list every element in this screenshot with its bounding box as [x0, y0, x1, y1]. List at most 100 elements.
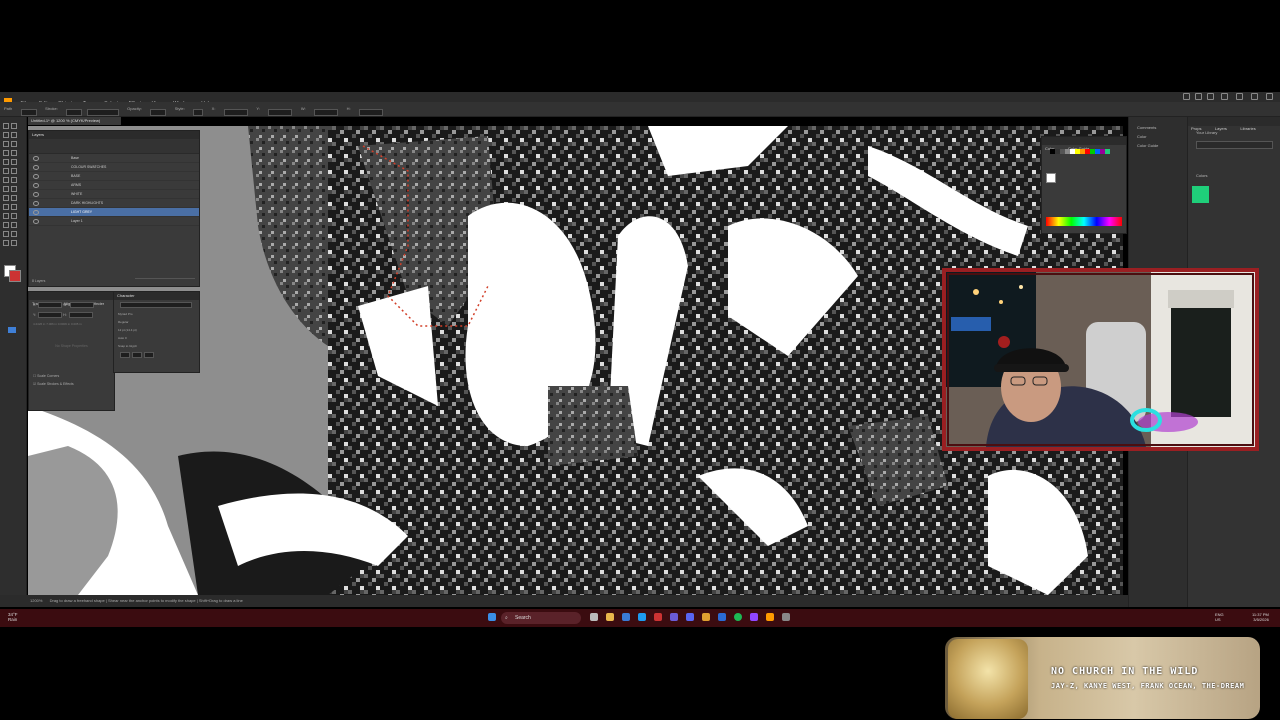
- eye-icon[interactable]: [33, 210, 39, 215]
- color-swatch[interactable]: [1105, 149, 1110, 154]
- glyph-snap-button[interactable]: [132, 352, 142, 358]
- layer-row[interactable]: WHITE: [29, 190, 199, 199]
- draw-mode-icon[interactable]: [8, 327, 16, 333]
- perspective-tool-icon[interactable]: [3, 194, 9, 201]
- line-tool-icon[interactable]: [11, 140, 17, 147]
- discord-icon[interactable]: [686, 613, 694, 621]
- paintbrush-tool-icon[interactable]: [11, 149, 17, 156]
- blend-tool-icon[interactable]: [3, 212, 9, 219]
- layer-row[interactable]: DARK HIGHLIGHTS: [29, 199, 199, 208]
- rectangle-tool-icon[interactable]: [3, 149, 9, 156]
- zoom-level[interactable]: 1200%: [30, 598, 42, 603]
- control-h-field[interactable]: [359, 109, 384, 117]
- language-indicator[interactable]: ENG US: [1215, 612, 1224, 622]
- document-tab[interactable]: Untitled-1* @ 1200 % (CMYK/Preview): [28, 117, 121, 125]
- layers-search-bar[interactable]: [29, 139, 199, 154]
- shape-builder-tool-icon[interactable]: [11, 185, 17, 192]
- weather-widget[interactable]: 34°F Rain: [8, 612, 18, 622]
- width-tool-icon[interactable]: [11, 176, 17, 183]
- layer-row[interactable]: ARMS: [29, 181, 199, 190]
- font-family-field[interactable]: [120, 302, 192, 308]
- library-search-input[interactable]: [1196, 141, 1273, 149]
- eye-icon[interactable]: [33, 219, 39, 224]
- w-field[interactable]: [69, 302, 94, 308]
- y-field[interactable]: [38, 312, 63, 318]
- scale-corners-checkbox[interactable]: ☐ Scale Corners: [29, 372, 114, 380]
- layer-row[interactable]: Base: [29, 154, 199, 163]
- eye-icon[interactable]: [33, 174, 39, 179]
- color-spectrum[interactable]: [1046, 217, 1122, 226]
- app-icon[interactable]: [782, 613, 790, 621]
- app-icon[interactable]: [670, 613, 678, 621]
- chrome-icon[interactable]: [702, 613, 710, 621]
- layers-footer-buttons[interactable]: [135, 278, 195, 283]
- fill-swatch[interactable]: [20, 109, 37, 117]
- gradient-tool-icon[interactable]: [3, 203, 9, 210]
- direct-selection-tool-icon[interactable]: [11, 122, 17, 129]
- glyph-snap-button[interactable]: [120, 352, 130, 358]
- zoom-tool-icon[interactable]: [3, 239, 9, 246]
- swap-colors-icon[interactable]: [11, 239, 17, 246]
- opacity-field[interactable]: [150, 109, 167, 117]
- layer-row[interactable]: Layer 1: [29, 217, 199, 226]
- scale-strokes-checkbox[interactable]: ☑ Scale Strokes & Effects: [29, 380, 114, 388]
- control-w-field[interactable]: [314, 109, 339, 117]
- tab-libraries[interactable]: Libraries: [1237, 125, 1255, 133]
- app-icon[interactable]: [718, 613, 726, 621]
- file-explorer-icon[interactable]: [606, 613, 614, 621]
- twitch-icon[interactable]: [750, 613, 758, 621]
- search-icon[interactable]: [1207, 93, 1214, 100]
- scale-tool-icon[interactable]: [3, 176, 9, 183]
- layer-row-selected[interactable]: LIGHT GREY: [29, 208, 199, 217]
- user-icon[interactable]: [1266, 93, 1273, 100]
- style-dropdown[interactable]: [193, 109, 204, 117]
- store-icon[interactable]: [622, 613, 630, 621]
- stroke-color-box[interactable]: [9, 270, 21, 282]
- shaper-tool-icon[interactable]: [11, 158, 17, 165]
- control-x-field[interactable]: [223, 109, 248, 117]
- dock-color-guide[interactable]: Color Guide: [1129, 141, 1187, 150]
- arrange-icon[interactable]: [1195, 93, 1202, 100]
- eye-icon[interactable]: [33, 192, 39, 197]
- type-tool-icon[interactable]: [3, 140, 9, 147]
- app-icon[interactable]: [654, 613, 662, 621]
- close-icon[interactable]: [1251, 93, 1258, 100]
- graph-tool-icon[interactable]: [3, 221, 9, 228]
- stroke-weight-field[interactable]: [66, 109, 83, 117]
- rotate-tool-icon[interactable]: [11, 167, 17, 174]
- artboard-tool-icon[interactable]: [11, 221, 17, 228]
- dock-color[interactable]: Color: [1129, 132, 1187, 141]
- eye-icon[interactable]: [33, 183, 39, 188]
- clock[interactable]: 11:37 PM 3/5/2026: [1252, 612, 1269, 622]
- h-field[interactable]: [68, 312, 93, 318]
- eye-icon[interactable]: [33, 156, 39, 161]
- symbol-sprayer-tool-icon[interactable]: [11, 212, 17, 219]
- illustrator-icon[interactable]: [766, 613, 774, 621]
- eye-icon[interactable]: [33, 165, 39, 170]
- spotify-icon[interactable]: [734, 613, 742, 621]
- pen-tool-icon[interactable]: [3, 131, 9, 138]
- curvature-tool-icon[interactable]: [11, 131, 17, 138]
- eyedropper-tool-icon[interactable]: [11, 203, 17, 210]
- glyph-snap-button[interactable]: [144, 352, 154, 358]
- stroke-profile-dropdown[interactable]: [86, 109, 119, 117]
- free-transform-tool-icon[interactable]: [3, 185, 9, 192]
- taskbar-search[interactable]: ⌕ Search: [501, 612, 581, 624]
- hand-tool-icon[interactable]: [11, 230, 17, 237]
- library-color-swatch[interactable]: [1192, 186, 1209, 203]
- eye-icon[interactable]: [33, 201, 39, 206]
- mesh-tool-icon[interactable]: [11, 194, 17, 201]
- control-y-field[interactable]: [268, 109, 293, 117]
- eraser-tool-icon[interactable]: [3, 167, 9, 174]
- share-icon[interactable]: [1183, 93, 1190, 100]
- layer-row[interactable]: BASE: [29, 172, 199, 181]
- x-field[interactable]: [38, 302, 63, 308]
- dock-comments[interactable]: Comments: [1129, 123, 1187, 132]
- maximize-icon[interactable]: [1236, 93, 1243, 100]
- minimize-icon[interactable]: [1221, 93, 1228, 100]
- selection-tool-icon[interactable]: [3, 122, 9, 129]
- start-icon[interactable]: [488, 613, 496, 621]
- slice-tool-icon[interactable]: [3, 230, 9, 237]
- layer-row[interactable]: COLOUR SWATCHES: [29, 163, 199, 172]
- task-view-icon[interactable]: [590, 613, 598, 621]
